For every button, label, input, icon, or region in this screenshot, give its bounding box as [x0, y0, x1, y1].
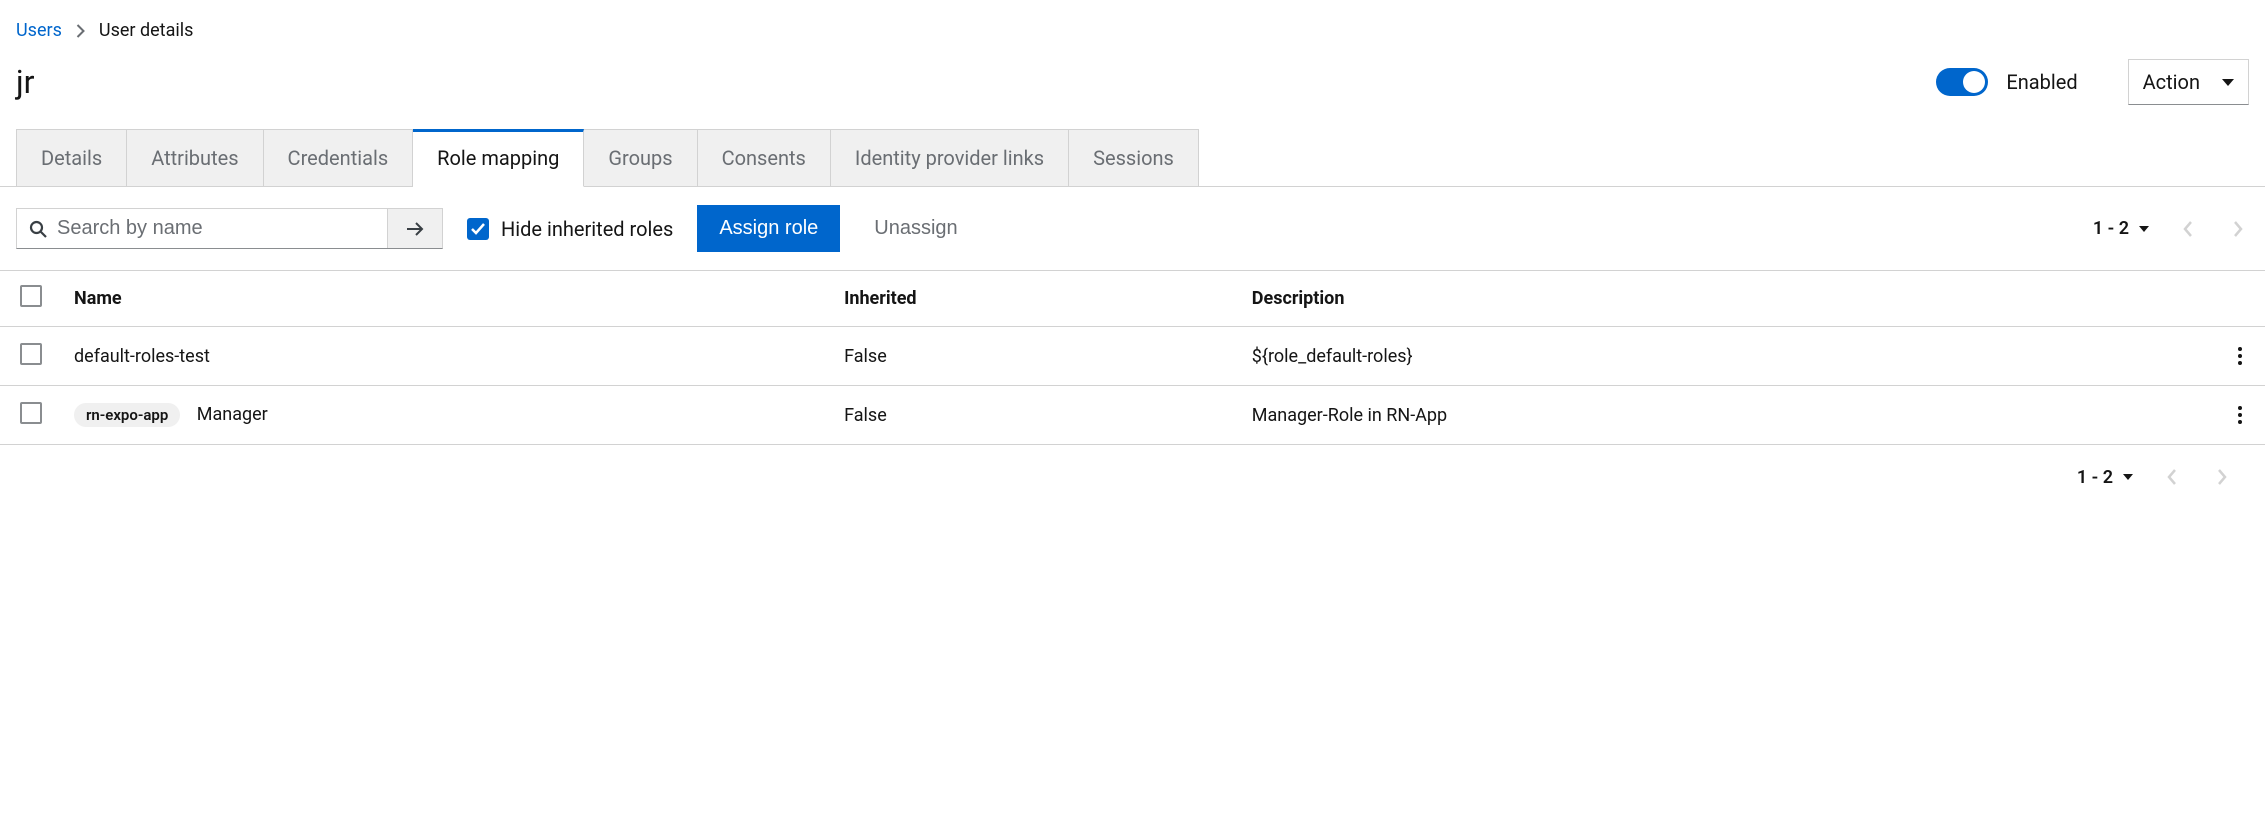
- breadcrumb-current: User details: [99, 20, 194, 41]
- tab-attributes[interactable]: Attributes: [127, 129, 263, 186]
- hide-inherited-checkbox-wrap: Hide inherited roles: [467, 217, 673, 241]
- role-inherited: False: [828, 386, 1236, 445]
- pager-prev-button[interactable]: [2177, 215, 2199, 243]
- toolbar: Hide inherited roles Assign role Unassig…: [16, 187, 2249, 270]
- hide-inherited-label: Hide inherited roles: [501, 217, 673, 241]
- row-checkbox[interactable]: [20, 343, 42, 365]
- role-inherited: False: [828, 327, 1236, 386]
- tab-credentials[interactable]: Credentials: [264, 129, 414, 186]
- tab-consents[interactable]: Consents: [698, 129, 831, 186]
- enabled-toggle[interactable]: [1936, 68, 1988, 96]
- pager-next-button[interactable]: [2227, 215, 2249, 243]
- row-checkbox[interactable]: [20, 402, 42, 424]
- search-wrap: [16, 208, 443, 249]
- pager-next-button[interactable]: [2211, 463, 2233, 491]
- page-header: jr Enabled Action: [16, 59, 2249, 105]
- role-name: default-roles-test: [74, 346, 210, 367]
- pager-range-dropdown[interactable]: 1 - 2: [2077, 467, 2133, 488]
- pager-bottom: 1 - 2: [16, 445, 2249, 509]
- tab-details[interactable]: Details: [16, 129, 127, 186]
- pager-prev-button[interactable]: [2161, 463, 2183, 491]
- tab-groups[interactable]: Groups: [584, 129, 697, 186]
- role-description: Manager-Role in RN-App: [1236, 386, 2215, 445]
- search-input[interactable]: [57, 217, 375, 240]
- pager-top: 1 - 2: [2093, 215, 2249, 243]
- client-chip: rn-expo-app: [74, 403, 180, 427]
- action-dropdown[interactable]: Action: [2128, 59, 2249, 105]
- row-actions-kebab[interactable]: [2231, 341, 2249, 371]
- role-name: Manager: [197, 404, 268, 425]
- caret-down-icon: [2139, 226, 2149, 232]
- unassign-button[interactable]: Unassign: [864, 205, 967, 252]
- column-header-name: Name: [58, 271, 828, 327]
- caret-down-icon: [2222, 79, 2234, 86]
- arrow-right-icon: [406, 221, 424, 237]
- row-actions-kebab[interactable]: [2231, 400, 2249, 430]
- enabled-toggle-label: Enabled: [2006, 70, 2077, 94]
- column-header-inherited: Inherited: [828, 271, 1236, 327]
- check-icon: [471, 223, 485, 235]
- page-title: jr: [16, 63, 1936, 101]
- table-row: default-roles-test False ${role_default-…: [0, 327, 2265, 386]
- tabs: Details Attributes Credentials Role mapp…: [0, 129, 2265, 187]
- action-dropdown-label: Action: [2143, 70, 2200, 94]
- breadcrumb: Users User details: [16, 20, 2249, 41]
- tab-sessions[interactable]: Sessions: [1069, 129, 1199, 186]
- breadcrumb-users-link[interactable]: Users: [16, 20, 62, 41]
- chevron-right-icon: [76, 24, 85, 38]
- pager-range-label: 1 - 2: [2077, 467, 2113, 488]
- tab-role-mapping[interactable]: Role mapping: [413, 129, 584, 187]
- search-submit-button[interactable]: [387, 209, 442, 248]
- select-all-checkbox[interactable]: [20, 285, 42, 307]
- caret-down-icon: [2123, 474, 2133, 480]
- pager-range-label: 1 - 2: [2093, 218, 2129, 239]
- column-header-description: Description: [1236, 271, 2215, 327]
- hide-inherited-checkbox[interactable]: [467, 218, 489, 240]
- search-icon: [29, 220, 47, 238]
- role-description: ${role_default-roles}: [1236, 327, 2215, 386]
- pager-range-dropdown[interactable]: 1 - 2: [2093, 218, 2149, 239]
- table-row: rn-expo-app Manager False Manager-Role i…: [0, 386, 2265, 445]
- assign-role-button[interactable]: Assign role: [697, 205, 840, 252]
- roles-table: Name Inherited Description default-roles…: [0, 270, 2265, 445]
- tab-identity-provider-links[interactable]: Identity provider links: [831, 129, 1069, 186]
